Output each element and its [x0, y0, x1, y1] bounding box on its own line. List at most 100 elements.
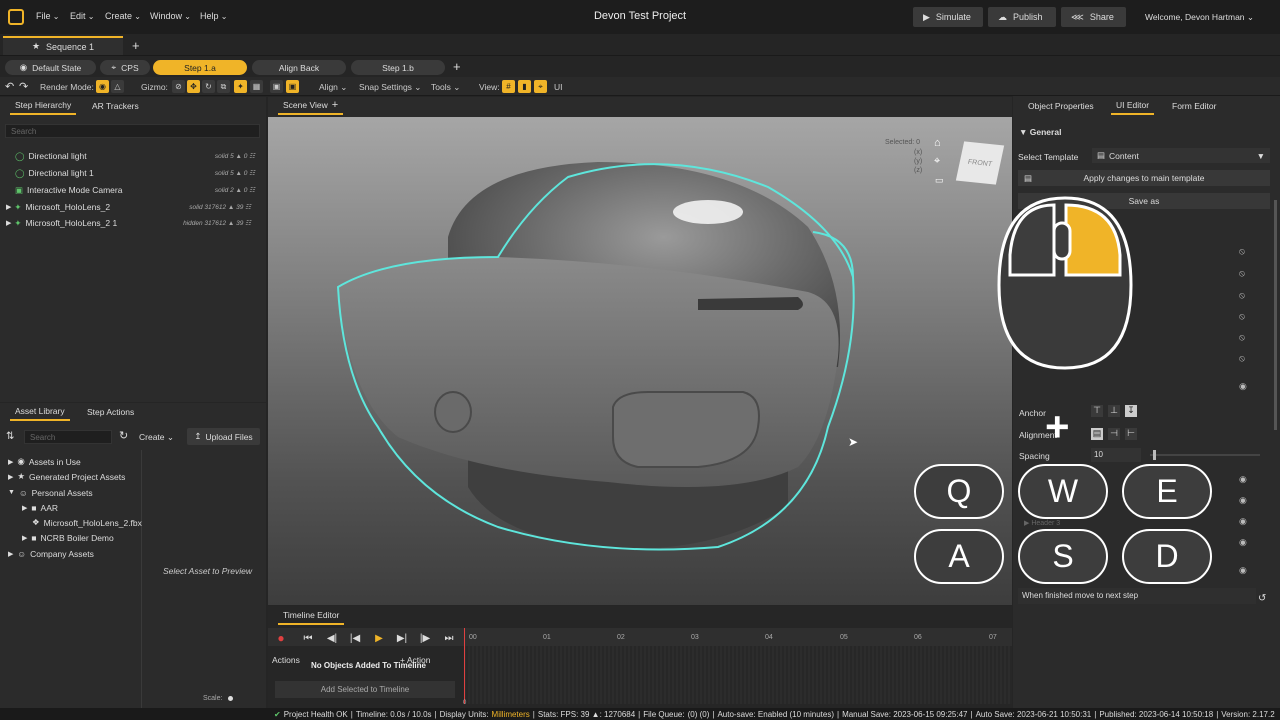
add-selected-button[interactable]: Add Selected to Timeline [275, 681, 455, 698]
create-dropdown[interactable]: Create ⌄ [139, 432, 174, 443]
hololens-model[interactable] [268, 117, 1012, 605]
snap-right-icon[interactable]: ▣ [286, 80, 299, 93]
expand-arrow-icon[interactable]: ▶ [8, 458, 13, 466]
cps-tab[interactable]: ⌖ CPS [100, 60, 150, 75]
template-select[interactable]: ▤ Content ▼ [1092, 148, 1270, 163]
visibility-off-icon[interactable]: ⦸ [1239, 353, 1251, 363]
align-left-icon[interactable]: ▤ [1091, 428, 1103, 440]
hierarchy-row[interactable]: ▣ Interactive Mode Camera solid 2 ▲ 0 ☷ [10, 183, 260, 197]
scale-slider[interactable] [228, 696, 233, 701]
playhead[interactable] [464, 628, 465, 704]
expand-arrow-icon[interactable]: ▶ [22, 534, 27, 542]
menu-help[interactable]: Help [200, 11, 227, 21]
project-health[interactable]: Project Health OK [284, 710, 348, 719]
play-button[interactable]: ▶ [372, 631, 386, 645]
anchor-top-icon[interactable]: ⊤ [1091, 405, 1103, 417]
visibility-icon[interactable]: ◉ [1239, 565, 1251, 575]
hierarchy-search-input[interactable]: Search [5, 124, 260, 138]
scene-viewport[interactable]: Selected: 0 (x) (y) (z) ⌂ ⌖ ▭ FRONT ➤ [268, 117, 1012, 605]
anchor-middle-icon[interactable]: ⊥ [1108, 405, 1120, 417]
tab-asset-library[interactable]: Asset Library [10, 403, 70, 421]
sequence-tab[interactable]: ★ Sequence 1 [3, 36, 123, 55]
skip-end-button[interactable]: ⏭ [442, 631, 456, 645]
refresh-icon[interactable]: ↻ [119, 429, 128, 442]
share-button[interactable]: ⋘ Share [1061, 7, 1126, 27]
asset-tree-item[interactable]: ▶ ☺ Company Assets [8, 547, 94, 560]
publish-button[interactable]: ☁ Publish [988, 7, 1056, 27]
frame-forward-button[interactable]: ▶| [395, 631, 409, 645]
menu-file[interactable]: File [36, 11, 59, 21]
spacing-input[interactable]: 10 [1091, 448, 1141, 462]
add-step-button[interactable]: + [453, 59, 461, 74]
frame-icon[interactable]: ▭ [935, 175, 944, 186]
visibility-off-icon[interactable]: ⦸ [1239, 332, 1251, 342]
menu-edit[interactable]: Edit [70, 11, 94, 21]
step-tab-align-back[interactable]: Align Back [252, 60, 346, 75]
gizmo-move-icon[interactable]: ✥ [187, 80, 200, 93]
view-target-icon[interactable]: ⌖ [534, 80, 547, 93]
panel-scrollbar[interactable] [1274, 200, 1277, 430]
gizmo-rotate-icon[interactable]: ↻ [202, 80, 215, 93]
expand-arrow-icon[interactable]: ▶ [6, 219, 11, 227]
step-tab-1a[interactable]: Step 1.a [153, 60, 247, 75]
align-dropdown[interactable]: Align ⌄ [319, 82, 347, 93]
hierarchy-row[interactable]: ◯ Directional light solid 5 ▲ 0 ☷ [10, 149, 260, 163]
align-right-icon[interactable]: ⊢ [1125, 428, 1137, 440]
visibility-icon[interactable]: ◉ [1239, 474, 1251, 484]
hierarchy-row[interactable]: ▶ ✦ Microsoft_HoloLens_2 solid 317612 ▲ 39 … [6, 200, 256, 214]
visibility-icon[interactable]: ◉ [1239, 537, 1251, 547]
tab-ar-trackers[interactable]: AR Trackers [92, 97, 139, 115]
gizmo-image-icon[interactable]: ▦ [250, 80, 263, 93]
gizmo-scale-icon[interactable]: ⧉ [217, 80, 230, 93]
expand-arrow-icon[interactable]: ▶ [8, 473, 13, 481]
asset-tree-item[interactable]: ▶ ◉ Assets in Use [8, 455, 81, 468]
tab-step-hierarchy[interactable]: Step Hierarchy [10, 97, 77, 115]
app-logo-icon[interactable] [8, 9, 24, 25]
snap-settings-dropdown[interactable]: Snap Settings ⌄ [359, 82, 421, 93]
simulate-button[interactable]: ▶ Simulate [913, 7, 983, 27]
view-comment-icon[interactable]: ▮ [518, 80, 531, 93]
display-units-value[interactable]: Millimeters [492, 710, 530, 719]
home-icon[interactable]: ⌂ [934, 137, 941, 149]
hierarchy-row[interactable]: ◯ Directional light 1 solid 5 ▲ 0 ☷ [10, 166, 260, 180]
align-center-icon[interactable]: ⊣ [1108, 428, 1120, 440]
spacing-slider[interactable] [1150, 454, 1260, 456]
visibility-icon[interactable]: ◉ [1239, 516, 1251, 526]
undo-icon[interactable]: ↶ [5, 80, 14, 93]
tab-step-actions[interactable]: Step Actions [87, 403, 134, 421]
asset-search-input[interactable]: Search [24, 430, 112, 444]
tab-object-properties[interactable]: Object Properties [1028, 97, 1094, 115]
visibility-icon[interactable]: ◉ [1239, 381, 1251, 391]
asset-tree-item[interactable]: ▶ ■ NCRB Boiler Demo [22, 531, 114, 544]
menu-window[interactable]: Window [150, 11, 191, 21]
view-cube[interactable]: FRONT [955, 141, 1005, 185]
gizmo-pivot-icon[interactable]: ✦ [234, 80, 247, 93]
header3-item[interactable]: ▶ Header 3 [1024, 519, 1060, 527]
tools-dropdown[interactable]: Tools ⌄ [431, 82, 460, 93]
expand-arrow-icon[interactable]: ▶ [8, 550, 13, 558]
visibility-off-icon[interactable]: ⦸ [1239, 290, 1251, 300]
add-icon[interactable]: + [332, 99, 338, 111]
focus-icon[interactable]: ⌖ [934, 155, 940, 168]
tab-ui-editor[interactable]: UI Editor [1111, 97, 1155, 115]
default-state-tab[interactable]: ◉ Default State [5, 60, 96, 75]
reset-icon[interactable]: ↺ [1258, 593, 1266, 604]
general-section[interactable]: ▼ General [1019, 127, 1061, 137]
step-forward-button[interactable]: |▶ [418, 631, 432, 645]
skip-start-button[interactable]: ⏮ [301, 631, 315, 645]
finished-field[interactable]: When finished move to next step [1018, 588, 1256, 604]
asset-tree-item[interactable]: ❖ Microsoft_HoloLens_2.fbx [32, 516, 142, 529]
expand-arrow-icon[interactable]: ▶ [22, 504, 27, 512]
visibility-off-icon[interactable]: ⦸ [1239, 268, 1251, 278]
snap-left-icon[interactable]: ▣ [270, 80, 283, 93]
render-wire-icon[interactable]: △ [111, 80, 124, 93]
expand-arrow-icon[interactable]: ▶ [6, 203, 11, 211]
tab-timeline-editor[interactable]: Timeline Editor [278, 607, 345, 625]
welcome-user-menu[interactable]: Welcome, Devon Hartman ⌄ [1145, 12, 1254, 23]
anchor-bottom-icon[interactable]: ↧ [1125, 405, 1137, 417]
collapse-arrow-icon[interactable]: ▼ [8, 489, 15, 496]
tab-form-editor[interactable]: Form Editor [1172, 97, 1216, 115]
upload-files-button[interactable]: ↥ Upload Files [187, 428, 260, 445]
asset-tree-item[interactable]: ▼ ☺ Personal Assets [8, 486, 93, 499]
step-tab-1b[interactable]: Step 1.b [351, 60, 445, 75]
